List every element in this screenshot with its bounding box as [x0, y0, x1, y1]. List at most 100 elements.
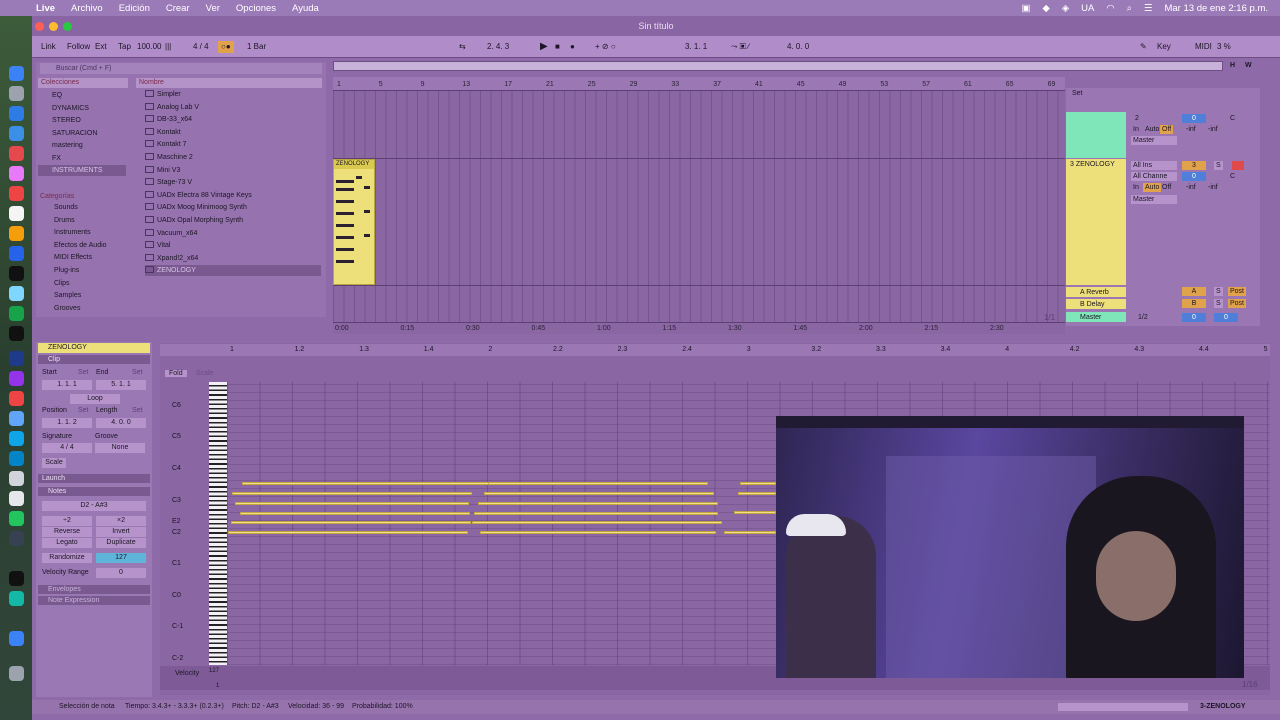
midi-note[interactable]	[724, 531, 776, 534]
music-icon[interactable]	[9, 391, 24, 406]
key-map-button[interactable]: Key	[1154, 41, 1174, 53]
master-cue[interactable]: 0	[1214, 313, 1238, 322]
safari-icon[interactable]	[9, 106, 24, 121]
collection-item[interactable]: FX	[38, 153, 126, 164]
browser-item[interactable]: UADx Opal Morphing Synth	[145, 215, 321, 226]
return-b-post[interactable]: Post	[1228, 299, 1247, 308]
tap-button[interactable]: Tap	[115, 41, 134, 53]
browser-item[interactable]: Vital	[145, 240, 321, 251]
start-set-button[interactable]: Set	[78, 368, 89, 378]
launch-tab[interactable]: Launch	[38, 474, 150, 483]
collection-item[interactable]: DYNAMICS	[38, 103, 126, 114]
midi-note[interactable]	[240, 512, 470, 515]
browser-item[interactable]: Kontakt	[145, 127, 321, 138]
metronome-icon[interactable]: |||	[162, 41, 174, 53]
loop-start[interactable]: 3. 1. 1	[682, 41, 710, 53]
tempo-field[interactable]: 100.00	[134, 41, 164, 53]
draw-mode-icon[interactable]: ✎	[1137, 41, 1150, 53]
track3-output[interactable]: Master	[1131, 195, 1177, 204]
close-button[interactable]	[35, 22, 44, 31]
pages-icon[interactable]	[9, 226, 24, 241]
midi-note[interactable]	[231, 521, 471, 524]
end-field[interactable]: 5. 1. 1	[96, 380, 146, 390]
scale-button[interactable]: Scale	[42, 458, 66, 468]
browser-item[interactable]: Analog Lab V	[145, 102, 321, 113]
category-item[interactable]: Drums	[38, 215, 126, 226]
menu-ver[interactable]: Ver	[206, 3, 220, 14]
return-a-solo[interactable]: S	[1214, 287, 1223, 296]
track3-in[interactable]: In	[1131, 183, 1141, 192]
control-center-icon[interactable]: ☰	[1144, 3, 1153, 14]
name-column-header[interactable]: Nombre	[136, 78, 322, 88]
midi-note[interactable]	[228, 531, 468, 534]
status-icon[interactable]: ◈	[1062, 3, 1069, 14]
collection-item[interactable]: SATURACION	[38, 128, 126, 139]
ableton-live-icon[interactable]	[9, 266, 24, 281]
app-icon[interactable]	[9, 571, 24, 586]
browser-item[interactable]: UADx Moog Minimoog Synth	[145, 202, 321, 213]
master-volume[interactable]: 0	[1182, 313, 1206, 322]
finder-icon[interactable]	[9, 66, 24, 81]
groove-chooser[interactable]: None	[95, 443, 145, 453]
launchpad-icon[interactable]	[9, 86, 24, 101]
signature-field[interactable]: 4 / 4	[190, 41, 212, 53]
live-icon[interactable]	[9, 286, 24, 301]
collection-item[interactable]: STEREO	[38, 115, 126, 126]
photos-icon[interactable]	[9, 166, 24, 181]
metronome-toggle[interactable]: ○●	[218, 41, 234, 53]
browser-item[interactable]: Vacuum_x64	[145, 228, 321, 239]
app-icon[interactable]	[9, 591, 24, 606]
w-button[interactable]: W	[1245, 62, 1252, 69]
app-icon[interactable]	[9, 471, 24, 486]
return-b-header[interactable]: B Delay	[1066, 299, 1126, 309]
collection-item[interactable]: INSTRUMENTS	[38, 165, 126, 176]
menu-crear[interactable]: Crear	[166, 3, 190, 14]
time-ruler[interactable]: 0:00 0:15 0:30 0:45 1:00 1:15 1:30 1:45 2:00 2:15…	[333, 322, 1065, 334]
randomize-amount[interactable]: 127	[96, 553, 146, 563]
calendar-icon[interactable]	[9, 186, 24, 201]
track3-number[interactable]: 3	[1182, 161, 1206, 170]
browser-item[interactable]: Mini V3	[145, 165, 321, 176]
master-header[interactable]: Master	[1066, 312, 1126, 322]
menu-ayuda[interactable]: Ayuda	[292, 3, 319, 14]
app-icon[interactable]	[9, 411, 24, 426]
track3-solo[interactable]: S	[1214, 161, 1223, 170]
track3-pan[interactable]: C	[1228, 172, 1237, 181]
appstore-icon[interactable]	[9, 246, 24, 261]
invert-button[interactable]: Invert	[96, 527, 146, 537]
legato-button[interactable]: Legato	[42, 538, 92, 548]
app-icon[interactable]	[9, 371, 24, 386]
category-item[interactable]: Sounds	[38, 202, 126, 213]
double-button[interactable]: ×2	[96, 516, 146, 526]
midi-note[interactable]	[484, 492, 714, 495]
app-icon[interactable]	[9, 491, 24, 506]
collection-item[interactable]: mastering	[38, 140, 126, 151]
app-icon[interactable]	[9, 451, 24, 466]
category-item[interactable]: Grooves	[38, 303, 126, 314]
app-icon[interactable]	[9, 306, 24, 321]
track3-header[interactable]: 3 ZENOLOGY	[1066, 159, 1126, 285]
quantize-menu[interactable]: 1 Bar	[244, 41, 269, 53]
trash-icon[interactable]	[9, 666, 24, 681]
track3-arm[interactable]	[1232, 161, 1244, 170]
wifi-icon[interactable]: ◠	[1106, 3, 1114, 14]
browser-item[interactable]: Xpand!2_x64	[145, 253, 321, 264]
menu-edicion[interactable]: Edición	[119, 3, 150, 14]
randomize-button[interactable]: Randomize	[42, 553, 92, 563]
status-icon[interactable]: ▣	[1022, 3, 1031, 14]
record-button[interactable]: ●	[567, 41, 578, 53]
browser-item[interactable]: Stage-73 V	[145, 177, 321, 188]
overdub-icon[interactable]: + ⊘ ○	[592, 41, 619, 53]
spotify-icon[interactable]	[9, 511, 24, 526]
track2-pan[interactable]: C	[1228, 114, 1237, 123]
category-item[interactable]: Efectos de Audio	[38, 240, 126, 251]
browser-search[interactable]: Buscar (Cmd + F)	[40, 63, 322, 74]
h-button[interactable]: H	[1230, 62, 1235, 69]
datetime[interactable]: Mar 13 de ene 2:16 p.m.	[1164, 3, 1268, 14]
track2-volume[interactable]: 0	[1182, 114, 1206, 123]
song-position[interactable]: 2. 4. 3	[484, 41, 512, 53]
app-icon[interactable]	[9, 431, 24, 446]
mail-icon[interactable]	[9, 126, 24, 141]
master-ratio[interactable]: 1/2	[1136, 313, 1150, 322]
position-set-button[interactable]: Set	[78, 406, 89, 416]
